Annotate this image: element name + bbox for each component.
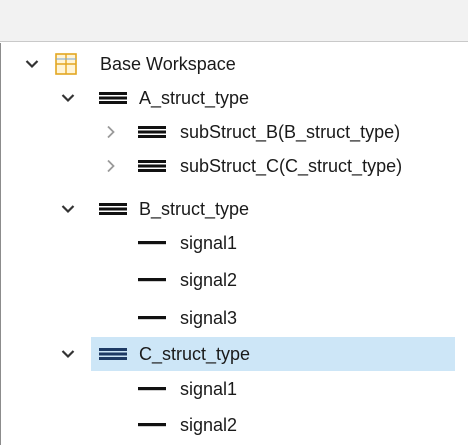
- tree-node-label: signal3: [180, 308, 238, 328]
- tree-node-substruct-b[interactable]: subStruct_B(B_struct_type): [1, 115, 467, 149]
- tree-header-bar: [0, 0, 468, 42]
- tree-node-c-signal1[interactable]: signal1: [1, 372, 467, 406]
- chevron-right-icon[interactable]: [100, 149, 122, 183]
- signal-icon: [138, 263, 166, 297]
- tree-node-label: signal2: [180, 270, 238, 290]
- tree-node-label: B_struct_type: [139, 199, 250, 219]
- struct-bus-icon: [99, 192, 127, 226]
- tree-node-label: subStruct_B(B_struct_type): [180, 122, 401, 142]
- tree-node-a-struct-type[interactable]: A_struct_type: [1, 81, 467, 115]
- struct-bus-icon: [138, 115, 166, 149]
- tree-node-b-struct-type[interactable]: B_struct_type: [1, 192, 467, 226]
- tree-node-base-workspace[interactable]: Base Workspace: [1, 47, 467, 81]
- tree-node-substruct-c[interactable]: subStruct_C(C_struct_type): [1, 149, 467, 183]
- struct-bus-icon: [99, 81, 127, 115]
- signal-icon: [138, 301, 166, 335]
- tree-node-label: subStruct_C(C_struct_type): [180, 156, 403, 176]
- tree-node-c-signal2[interactable]: signal2: [1, 408, 467, 442]
- tree-node-label: Base Workspace: [100, 54, 236, 74]
- tree-node-c-struct-type[interactable]: C_struct_type: [1, 337, 467, 371]
- struct-bus-icon: [138, 149, 166, 183]
- tree-node-label: A_struct_type: [139, 88, 250, 108]
- chevron-down-icon[interactable]: [57, 81, 79, 115]
- signal-icon: [138, 226, 166, 260]
- tree-node-b-signal1[interactable]: signal1: [1, 226, 467, 260]
- signal-icon: [138, 372, 166, 406]
- signal-icon: [138, 408, 166, 442]
- tree-node-label: signal1: [180, 233, 238, 253]
- tree-node-b-signal2[interactable]: signal2: [1, 263, 467, 297]
- tree-node-label: signal2: [180, 415, 238, 435]
- chevron-down-icon[interactable]: [57, 337, 79, 371]
- tree-node-label: C_struct_type: [139, 344, 251, 364]
- chevron-down-icon[interactable]: [21, 47, 43, 81]
- tree-node-label: signal1: [180, 379, 238, 399]
- struct-bus-icon: [99, 337, 127, 371]
- workspace-tree[interactable]: Base Workspace A_struct_type subStruct_B…: [0, 43, 468, 445]
- tree-node-b-signal3[interactable]: signal3: [1, 301, 467, 335]
- workspace-grid-icon: [55, 47, 77, 81]
- chevron-right-icon[interactable]: [100, 115, 122, 149]
- chevron-down-icon[interactable]: [57, 192, 79, 226]
